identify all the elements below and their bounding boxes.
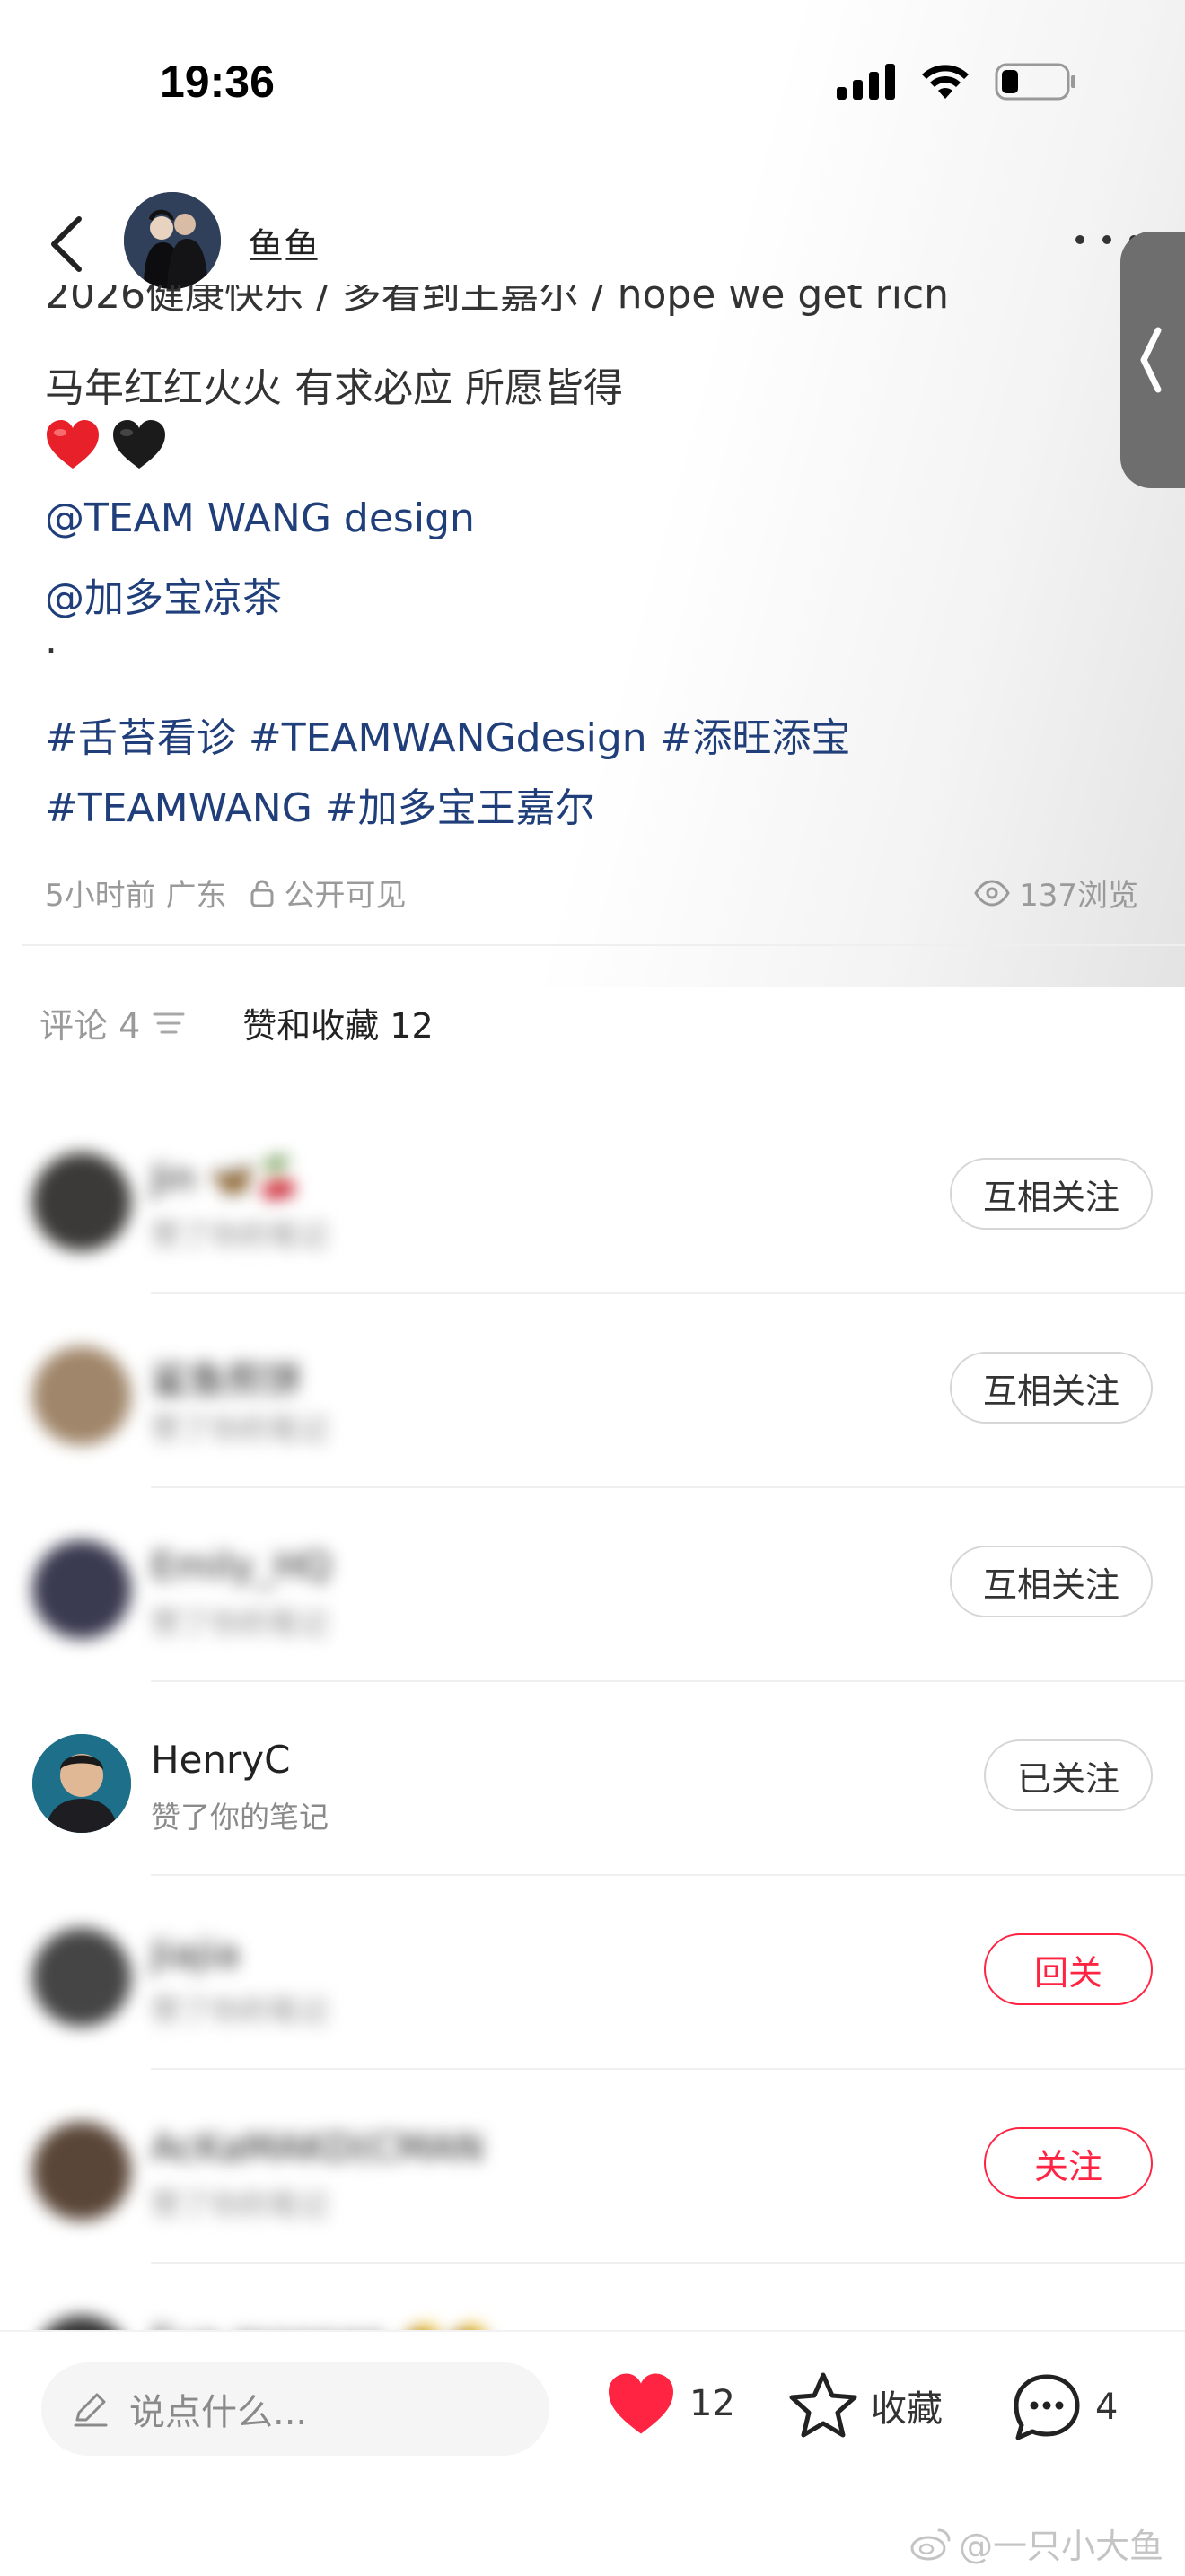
liker-avatar[interactable] — [32, 1540, 131, 1639]
liker-name[interactable]: HenryC — [151, 1738, 291, 1782]
background — [0, 0, 1185, 987]
status-icons — [837, 63, 1077, 101]
follow-button[interactable]: 关注 — [984, 2127, 1153, 2199]
avatar-image — [124, 192, 221, 289]
sort-icon — [153, 1012, 185, 1033]
liker-avatar[interactable] — [32, 1346, 131, 1445]
chevron-left-icon — [1140, 327, 1162, 393]
star-outline-icon — [789, 2372, 857, 2438]
side-drawer-handle[interactable] — [1120, 232, 1185, 488]
liker-avatar[interactable] — [32, 1152, 131, 1251]
post-visibility: 公开可见 — [284, 878, 407, 914]
chevron-left-icon — [51, 216, 82, 272]
post-emoji-line — [45, 418, 167, 470]
wifi-icon — [922, 65, 969, 99]
mention-link[interactable]: @TEAM WANG design — [45, 495, 475, 541]
liker-row[interactable]: Jiajia 赞了你的笔记 回关 — [0, 1876, 1185, 2070]
liker-avatar[interactable] — [32, 1734, 131, 1833]
follow-button[interactable]: 互相关注 — [950, 1158, 1153, 1230]
lock-icon — [250, 880, 274, 907]
follow-button[interactable]: 互相关注 — [950, 1546, 1153, 1617]
comment-bubble-icon — [1014, 2374, 1080, 2440]
status-time: 19:36 — [160, 57, 275, 107]
liker-name[interactable]: Jin 🦋🍒 — [151, 1156, 303, 1201]
eye-icon — [974, 879, 1010, 907]
interaction-tabs: 评论 4 赞和收藏 12 — [40, 998, 434, 1047]
like-button[interactable]: 12 — [605, 2371, 735, 2436]
author-avatar[interactable] — [124, 192, 221, 289]
comment-input[interactable]: 说点什么... — [41, 2362, 549, 2456]
liker-row[interactable]: HenryC 赞了你的笔记 已关注 — [0, 1682, 1185, 1876]
liker-action-text: 赞了你的笔记 — [151, 1606, 329, 1641]
collect-button[interactable]: 收藏 — [788, 2371, 943, 2440]
red-heart-icon — [47, 420, 99, 469]
comment-button[interactable]: 4 — [1011, 2371, 1118, 2443]
back-button[interactable] — [45, 208, 90, 280]
liker-name[interactable]: Jiajia — [151, 1932, 240, 1976]
post-text-clipped-line: 2026健康快乐 / 多看到王嘉尔 / hope we get rich — [45, 285, 950, 318]
divider — [22, 944, 1185, 946]
collect-label: 收藏 — [871, 2388, 943, 2430]
author-name[interactable]: 鱼鱼 — [248, 217, 320, 269]
follow-button[interactable]: 互相关注 — [950, 1352, 1153, 1424]
liker-row[interactable]: Jin 🦋🍒 赞了你的笔记 互相关注 — [0, 1100, 1185, 1294]
liker-action-text: 赞了你的笔记 — [151, 1218, 329, 1253]
tab-comments-label: 评论 4 — [40, 1006, 141, 1046]
comment-placeholder: 说点什么... — [129, 2392, 308, 2433]
comment-count: 4 — [1095, 2387, 1119, 2428]
heart-filled-icon — [609, 2373, 673, 2434]
like-count: 12 — [689, 2383, 735, 2424]
liker-action-text: 赞了你的笔记 — [151, 1993, 329, 2028]
liker-row[interactable]: 鲨鱼煎饼赞了你的笔记 互相关注 — [0, 1294, 1185, 1488]
hashtag-line[interactable]: #TEAMWANG #加多宝王嘉尔 — [45, 775, 595, 833]
liker-name[interactable]: Emily_HQ — [151, 1544, 331, 1588]
watermark: @一只小大鱼 — [910, 2519, 1163, 2568]
tab-comments[interactable]: 评论 4 — [40, 998, 185, 1047]
follow-button[interactable]: 已关注 — [984, 1739, 1153, 1811]
tab-likes-collects[interactable]: 赞和收藏 12 — [242, 998, 433, 1047]
battery-icon — [995, 63, 1075, 101]
pencil-icon — [74, 2393, 108, 2427]
post-dot: · — [45, 628, 57, 674]
liker-name[interactable]: AcKaMAKD(CMAN — [151, 2125, 484, 2169]
liker-action-text: 赞了你的笔记 — [151, 1800, 329, 1835]
mention-link[interactable]: @加多宝凉茶 — [45, 565, 282, 623]
more-dot-icon — [1075, 235, 1084, 244]
liker-action-text: 赞了你的笔记 — [151, 2187, 329, 2222]
liker-avatar[interactable] — [32, 1928, 131, 2027]
post-meta: 5小时前 广东 公开可见 — [45, 871, 406, 915]
view-count-text: 137浏览 — [1019, 878, 1138, 914]
black-heart-icon — [113, 420, 165, 469]
more-dot-icon — [1102, 235, 1111, 244]
liker-row[interactable]: Emily_HQ 赞了你的笔记 互相关注 — [0, 1488, 1185, 1682]
weibo-logo-icon — [910, 2528, 951, 2560]
post-text-line: 马年红红火火 有求必应 所愿皆得 — [45, 365, 623, 411]
liker-avatar[interactable] — [32, 2122, 131, 2221]
view-count: 137浏览 — [974, 871, 1138, 915]
post-time-location: 5小时前 广东 — [45, 878, 227, 914]
liker-action-text: 赞了你的笔记 — [151, 1412, 329, 1447]
liker-row[interactable]: AcKaMAKD(CMAN 赞了你的笔记 关注 — [0, 2070, 1185, 2264]
watermark-text: @一只小大鱼 — [958, 2527, 1163, 2566]
signal-icon — [837, 64, 895, 100]
liker-name[interactable]: 鲨鱼煎饼 — [151, 1350, 302, 1405]
hashtag-line[interactable]: #舌苔看诊 #TEAMWANGdesign #添旺添宝 — [45, 705, 851, 763]
follow-button[interactable]: 回关 — [984, 1933, 1153, 2005]
